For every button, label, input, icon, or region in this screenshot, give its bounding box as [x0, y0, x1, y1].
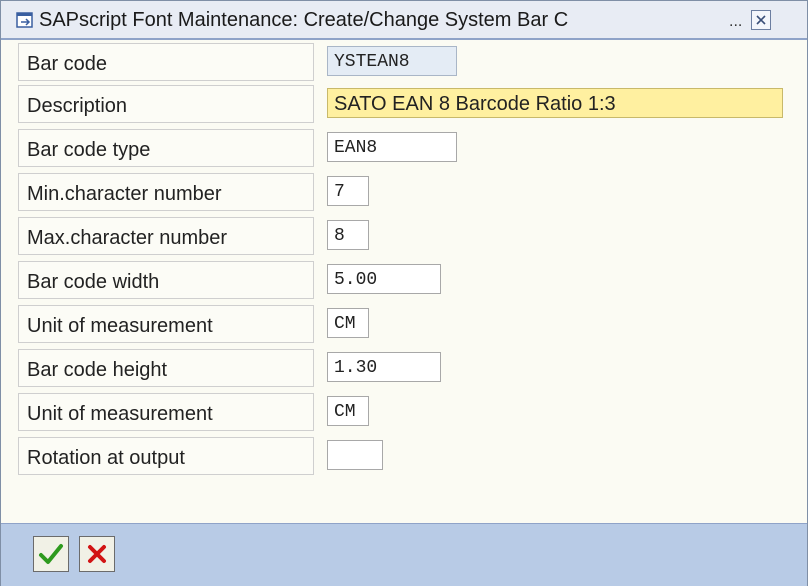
label-cell: Bar code height [18, 349, 314, 387]
title-bar-spacer [777, 1, 807, 38]
label-cell: Unit of measurement [18, 305, 314, 343]
field-label-width-unit: Unit of measurement [27, 315, 213, 337]
label-cell: Min.character number [18, 173, 314, 211]
bar-code-height-input[interactable]: 1.30 [327, 352, 441, 382]
field-label-height-unit: Unit of measurement [27, 403, 213, 425]
description-input[interactable]: SATO EAN 8 Barcode Ratio 1:3 [327, 88, 783, 118]
label-cell: Description [18, 85, 314, 123]
label-cell: Unit of measurement [18, 393, 314, 431]
button-bar [1, 523, 807, 586]
field-label-bar-code-height: Bar code height [27, 359, 168, 381]
bar-code-type-input[interactable]: EAN8 [327, 132, 457, 162]
cancel-x-icon [88, 545, 106, 563]
bar-code-form: Bar code YSTEAN8 Description SATO EAN 8 … [1, 41, 807, 521]
cancel-button[interactable] [79, 536, 115, 572]
label-cell: Max.character number [18, 217, 314, 255]
close-button[interactable] [751, 10, 771, 30]
row-bar-code-width: Bar code width 5.00 [1, 259, 807, 299]
min-character-number-input[interactable]: 7 [327, 176, 369, 206]
field-label-bar-code-width: Bar code width [27, 271, 160, 293]
title-ellipsis: ... [729, 13, 743, 30]
height-unit-input[interactable]: CM [327, 396, 369, 426]
row-height-unit: Unit of measurement CM [1, 391, 807, 431]
label-cell: Bar code width [18, 261, 314, 299]
row-max-character-number: Max.character number 8 [1, 215, 807, 255]
label-cell: Bar code [18, 43, 314, 81]
row-min-character-number: Min.character number 7 [1, 171, 807, 211]
title-bar: SAPscript Font Maintenance: Create/Chang… [1, 1, 807, 40]
field-label-rotation-at-output: Rotation at output [27, 447, 185, 469]
row-rotation-at-output: Rotation at output [1, 435, 807, 475]
row-bar-code-type: Bar code type EAN8 [1, 127, 807, 167]
window-title: SAPscript Font Maintenance: Create/Chang… [39, 9, 569, 31]
row-width-unit: Unit of measurement CM [1, 303, 807, 343]
field-label-max-character-number: Max.character number [27, 227, 228, 249]
bar-code-width-input[interactable]: 5.00 [327, 264, 441, 294]
field-label-description: Description [27, 95, 128, 117]
max-character-number-input[interactable]: 8 [327, 220, 369, 250]
field-label-bar-code-type: Bar code type [27, 139, 151, 161]
field-label-min-character-number: Min.character number [27, 183, 222, 205]
rotation-at-output-input[interactable] [327, 440, 383, 470]
window-icon [15, 10, 35, 30]
label-cell: Rotation at output [18, 437, 314, 475]
label-cell: Bar code type [18, 129, 314, 167]
confirm-button[interactable] [33, 536, 69, 572]
row-bar-code-height: Bar code height 1.30 [1, 347, 807, 387]
close-icon [756, 15, 766, 25]
width-unit-input[interactable]: CM [327, 308, 369, 338]
bar-code-field: YSTEAN8 [327, 46, 457, 76]
dialog-window: SAPscript Font Maintenance: Create/Chang… [0, 0, 808, 586]
field-label-bar-code: Bar code [27, 53, 108, 75]
checkmark-icon [39, 544, 63, 564]
row-description: Description SATO EAN 8 Barcode Ratio 1:3 [1, 83, 807, 123]
row-bar-code: Bar code YSTEAN8 [1, 41, 807, 81]
